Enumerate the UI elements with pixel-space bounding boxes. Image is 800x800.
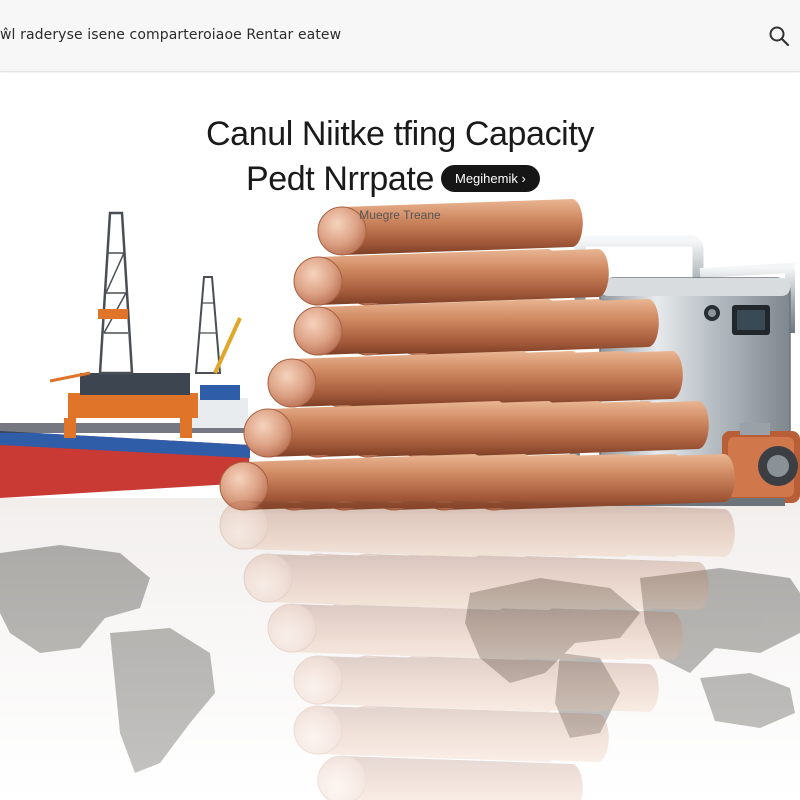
copper-rod-end bbox=[243, 408, 293, 458]
copper-rod-body bbox=[292, 351, 533, 407]
copper-rod-body bbox=[318, 249, 559, 305]
offshore-oil-rig-and-tanker bbox=[0, 211, 250, 498]
hero-subtitle: Muegre Treane bbox=[359, 208, 441, 222]
copper-rod-end bbox=[267, 358, 317, 408]
copper-rod-body bbox=[318, 299, 559, 355]
hero-section: Canul Niitke tfing Capacity Pedt Nrrpate… bbox=[0, 73, 800, 800]
nav-links-text[interactable]: ŵl raderyse isene comparteroiaoe Rentar … bbox=[0, 27, 341, 43]
copper-rod-end bbox=[293, 256, 343, 306]
copper-rod-body bbox=[268, 401, 509, 457]
cta-button[interactable]: Megihemik › bbox=[441, 165, 540, 192]
search-icon[interactable] bbox=[768, 25, 790, 47]
top-navigation-bar: ŵl raderyse isene comparteroiaoe Rentar … bbox=[0, 0, 800, 72]
hero-title-line-1: Canul Niitke tfing Capacity bbox=[206, 115, 594, 153]
hero-title-line-2: Pedt Nrrpate bbox=[246, 160, 434, 198]
copper-rod-end bbox=[293, 306, 343, 356]
